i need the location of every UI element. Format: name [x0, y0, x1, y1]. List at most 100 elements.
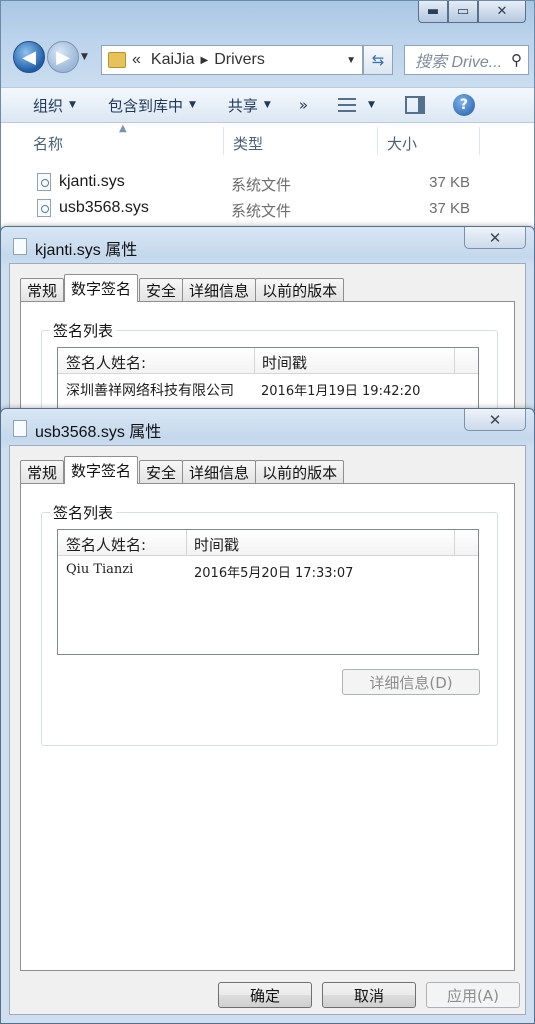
tab-general[interactable]: 常规 [20, 460, 65, 484]
tab-strip: 常规 数字签名 安全 详细信息 以前的版本 [20, 274, 345, 302]
tab-page: 签名列表 签名人姓名: 时间戳 深圳善祥网络科技有限公司 2016年1月19日 … [20, 301, 515, 436]
ok-button[interactable]: 确定 [218, 982, 312, 1008]
forward-button[interactable]: ▶ [47, 41, 79, 73]
refresh-icon: ⇆ [371, 51, 385, 69]
organize-menu[interactable]: 组织 ▼ [33, 95, 76, 116]
column-divider[interactable] [377, 127, 378, 155]
tab-digital-signatures[interactable]: 数字签名 [64, 456, 139, 484]
column-header-size[interactable]: 大小 [387, 133, 417, 154]
file-list: ▲ 名称 类型 大小 kjanti.sys 系统文件 37 KB usb3568… [1, 123, 534, 235]
apply-button[interactable]: 应用(A) [426, 982, 520, 1008]
signature-list-group: 签名列表 签名人姓名: 时间戳 Qiu Tianzi 2016年5月20日 17… [41, 502, 498, 746]
column-header-timestamp[interactable]: 时间戳 [262, 352, 307, 373]
tab-general[interactable]: 常规 [20, 278, 65, 302]
share-menu[interactable]: 共享 ▼ [228, 95, 271, 116]
file-row[interactable]: usb3568.sys 系统文件 37 KB [1, 197, 534, 221]
sort-ascending-icon: ▲ [119, 123, 127, 134]
file-type: 系统文件 [231, 202, 292, 220]
view-details-icon [338, 98, 356, 112]
column-divider[interactable] [479, 127, 480, 155]
tab-previous-versions[interactable]: 以前的版本 [255, 460, 345, 484]
search-icon[interactable]: ⚲ [511, 51, 522, 69]
column-divider[interactable] [186, 530, 187, 556]
tab-strip: 常规 数字签名 安全 详细信息 以前的版本 [20, 456, 345, 484]
system-file-icon [13, 420, 27, 437]
signer-name: Qiu Tianzi [66, 562, 134, 577]
column-divider[interactable] [454, 530, 455, 556]
address-dropdown-icon[interactable]: ▼ [346, 55, 356, 66]
column-divider[interactable] [454, 348, 455, 374]
search-input[interactable]: 搜索 Drive... ⚲ [404, 45, 529, 75]
command-bar: 组织 ▼ 包含到库中 ▼ 共享 ▼ » ▼ ? [1, 87, 534, 123]
back-button[interactable]: ◀ [13, 41, 45, 73]
include-in-library-menu[interactable]: 包含到库中 ▼ [108, 95, 196, 116]
close-icon: ✕ [488, 410, 502, 429]
dialog-client: 常规 数字签名 安全 详细信息 以前的版本 签名列表 签名人姓名: 时间戳 Qi… [9, 445, 526, 1015]
address-bar[interactable]: « KaiJia ▶ Drivers ▼ [101, 45, 363, 75]
timestamp: 2016年5月20日 17:33:07 [194, 566, 354, 581]
tab-details[interactable]: 详细信息 [182, 460, 257, 484]
preview-pane-button[interactable] [404, 96, 425, 114]
system-file-icon [37, 173, 51, 191]
file-size: 37 KB [429, 200, 470, 217]
system-file-icon [13, 238, 27, 255]
maximize-button[interactable]: ▭ [448, 1, 478, 23]
signer-name: 深圳善祥网络科技有限公司 [66, 383, 234, 399]
caption-buttons: ▬ ▭ ✕ [418, 1, 526, 23]
organize-label: 组织 [33, 96, 64, 115]
recent-pages-dropdown-icon[interactable]: ▼ [81, 52, 93, 62]
signature-list[interactable]: 签名人姓名: 时间戳 Qiu Tianzi 2016年5月20日 17:33:0… [57, 529, 479, 655]
column-header-type[interactable]: 类型 [233, 133, 263, 154]
dialog-client: 常规 数字签名 安全 详细信息 以前的版本 签名列表 签名人姓名: 时间戳 深圳… [9, 263, 526, 436]
column-headers: ▲ 名称 类型 大小 [1, 123, 534, 157]
close-button[interactable]: ✕ [464, 409, 526, 431]
address-overflow[interactable]: « [132, 51, 141, 69]
list-header: 签名人姓名: 时间戳 [58, 348, 478, 374]
column-header-timestamp[interactable]: 时间戳 [194, 534, 239, 555]
group-label: 签名列表 [50, 320, 117, 341]
help-icon: ? [459, 97, 468, 113]
chevron-down-icon: ▼ [188, 100, 196, 110]
list-item[interactable]: Qiu Tianzi 2016年5月20日 17:33:07 [58, 560, 478, 582]
breadcrumb-kaijia[interactable]: KaiJia [151, 51, 195, 69]
breadcrumb-drivers[interactable]: Drivers [214, 51, 265, 69]
list-item[interactable]: 深圳善祥网络科技有限公司 2016年1月19日 19:42:20 [58, 378, 478, 400]
file-row[interactable]: kjanti.sys 系统文件 37 KB [1, 171, 534, 195]
tab-security[interactable]: 安全 [139, 278, 184, 302]
group-label: 签名列表 [50, 502, 117, 523]
kjanti-properties-dialog: kjanti.sys 属性 ✕ 常规 数字签名 安全 详细信息 以前的版本 签名… [0, 226, 535, 436]
cancel-button[interactable]: 取消 [322, 982, 416, 1008]
folder-icon [108, 52, 126, 68]
tab-page: 签名列表 签名人姓名: 时间戳 Qiu Tianzi 2016年5月20日 17… [20, 483, 515, 971]
more-commands-button[interactable]: » [299, 96, 308, 114]
tab-digital-signatures[interactable]: 数字签名 [64, 274, 139, 302]
tab-previous-versions[interactable]: 以前的版本 [255, 278, 345, 302]
dialog-title: usb3568.sys 属性 [35, 424, 162, 441]
back-arrow-icon: ◀ [22, 46, 36, 68]
refresh-button[interactable]: ⇆ [363, 45, 393, 75]
close-icon: ✕ [488, 228, 502, 247]
list-header: 签名人姓名: 时间戳 [58, 530, 478, 556]
column-divider[interactable] [223, 127, 224, 155]
column-header-name[interactable]: 名称 [33, 133, 63, 154]
tab-security[interactable]: 安全 [139, 460, 184, 484]
column-divider[interactable] [254, 348, 255, 374]
file-type: 系统文件 [231, 176, 292, 194]
close-button[interactable]: ✕ [478, 1, 526, 23]
system-file-icon [37, 199, 51, 217]
column-header-signer[interactable]: 签名人姓名: [66, 352, 146, 373]
details-button[interactable]: 详细信息(D) [342, 669, 480, 695]
close-button[interactable]: ✕ [464, 227, 526, 249]
usb3568-properties-dialog: usb3568.sys 属性 ✕ 常规 数字签名 安全 详细信息 以前的版本 签… [0, 408, 535, 1024]
explorer-window: ▬ ▭ ✕ ◀ ▶ ▼ « KaiJia ▶ Drivers ▼ ⇆ 搜索 Dr… [0, 0, 535, 235]
change-view-button[interactable]: ▼ [338, 98, 375, 112]
help-button[interactable]: ? [452, 94, 475, 116]
chevron-down-icon: ▼ [263, 100, 271, 110]
minimize-button[interactable]: ▬ [418, 1, 448, 23]
search-placeholder: 搜索 Drive... [415, 54, 503, 71]
breadcrumb-separator-icon[interactable]: ▶ [200, 55, 208, 66]
tab-details[interactable]: 详细信息 [182, 278, 257, 302]
timestamp: 2016年1月19日 19:42:20 [261, 384, 421, 399]
file-name: kjanti.sys [59, 173, 125, 190]
column-header-signer[interactable]: 签名人姓名: [66, 534, 146, 555]
